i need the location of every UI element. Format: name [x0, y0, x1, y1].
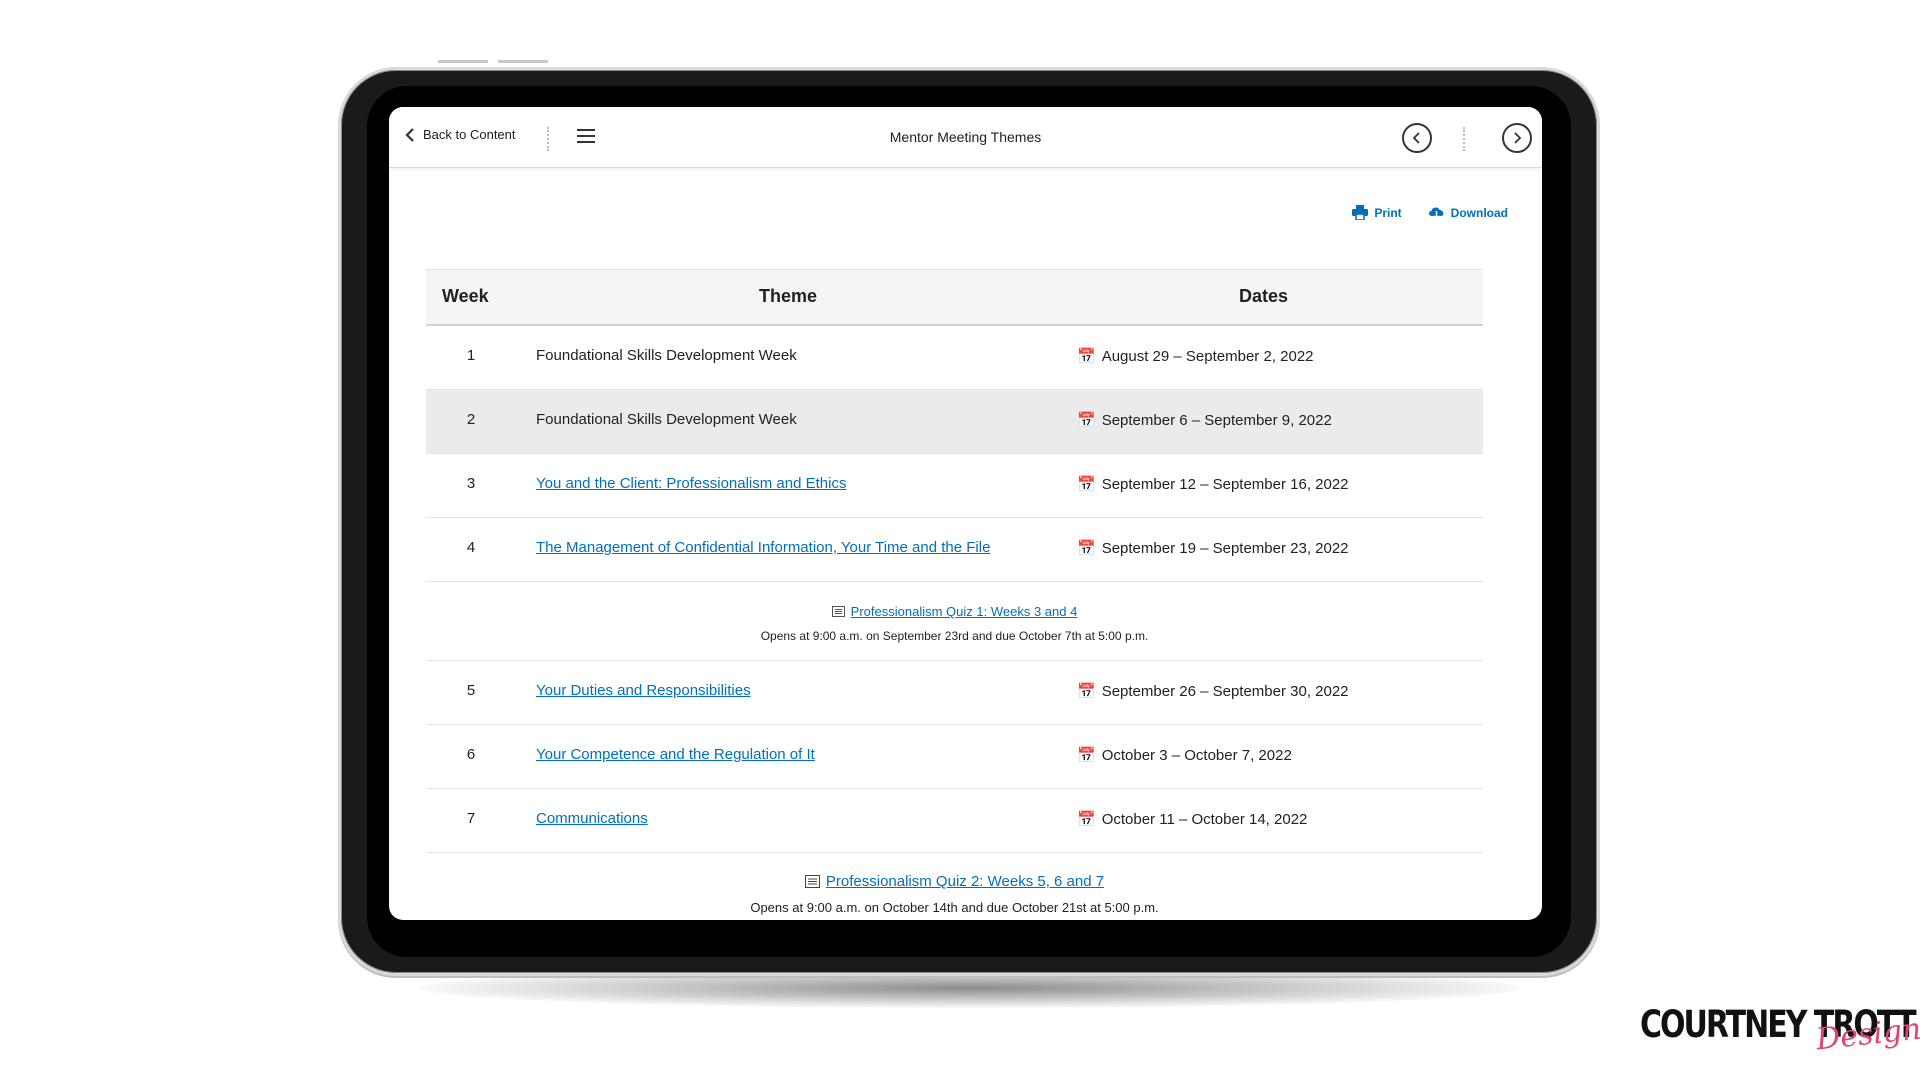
calendar-icon: 📅 [1077, 348, 1096, 365]
date-range: 📅 October 11 – October 14, 2022 [1077, 810, 1308, 829]
quiz-link[interactable]: Professionalism Quiz 1: Weeks 3 and 4 [831, 604, 1078, 619]
date-range: 📅 September 26 – September 30, 2022 [1077, 682, 1349, 701]
chevron-right-icon [1514, 132, 1522, 144]
date-text: October 11 – October 14, 2022 [1101, 810, 1308, 828]
week-number: 4 [466, 539, 476, 556]
week-number: 1 [466, 347, 476, 364]
quiz-note: Opens at 9:00 a.m. on September 23rd and… [760, 629, 1149, 643]
quiz-link[interactable]: Professionalism Quiz 2: Weeks 5, 6 and 7 [804, 873, 1105, 890]
week-number: 2 [466, 411, 476, 428]
theme-link[interactable]: Your Competence and the Regulation of It [536, 746, 815, 763]
calendar-icon: 📅 [1077, 811, 1096, 828]
week-number: 6 [466, 746, 476, 763]
calendar-icon: 📅 [1077, 747, 1096, 764]
theme-text: Foundational Skills Development Week [536, 347, 797, 364]
page-title: Mentor Meeting Themes [889, 129, 1042, 145]
previous-page-button[interactable] [1402, 123, 1432, 153]
date-range: 📅 September 6 – September 9, 2022 [1077, 411, 1332, 430]
top-navbar: Back to Content Mentor Meeting Themes [389, 107, 1542, 168]
quiz-title: Professionalism Quiz 2: Weeks 5, 6 and 7 [825, 873, 1105, 890]
quiz-row: Professionalism Quiz 2: Weeks 5, 6 and 7… [426, 853, 1483, 920]
table-row: 1 Foundational Skills Development Week 📅… [426, 326, 1483, 390]
date-text: August 29 – September 2, 2022 [1101, 347, 1314, 365]
date-text: September 19 – September 23, 2022 [1101, 539, 1349, 557]
calendar-icon: 📅 [1077, 540, 1096, 557]
theme-link[interactable]: Your Duties and Responsibilities [536, 682, 751, 699]
date-range: 📅 September 19 – September 23, 2022 [1077, 539, 1349, 558]
quiz-title: Professionalism Quiz 1: Weeks 3 and 4 [850, 604, 1078, 619]
week-number: 5 [466, 682, 476, 699]
date-range: 📅 September 12 – September 16, 2022 [1077, 475, 1349, 494]
date-text: September 6 – September 9, 2022 [1101, 411, 1332, 429]
tablet-volume-button [438, 60, 488, 63]
theme-text: Foundational Skills Development Week [536, 411, 797, 428]
table-row: 7 Communications 📅 October 11 – October 1… [426, 789, 1483, 853]
theme-link[interactable]: You and the Client: Professionalism and … [536, 475, 846, 492]
calendar-icon: 📅 [1077, 476, 1096, 493]
theme-link[interactable]: Communications [536, 810, 648, 827]
week-number: 7 [466, 810, 476, 827]
nav-divider [1463, 127, 1466, 151]
chevron-left-icon [1412, 132, 1420, 144]
tablet-power-button [498, 60, 548, 63]
calendar-icon: 📅 [1077, 683, 1096, 700]
date-range: 📅 October 3 – October 7, 2022 [1077, 746, 1292, 765]
cloud-download-icon [1428, 206, 1444, 220]
app-screen: Back to Content Mentor Meeting Themes Pr… [389, 107, 1542, 920]
table-row: 6 Your Competence and the Regulation of … [426, 725, 1483, 789]
brand-logo: COURTNEY TROTT Design [1640, 1003, 1920, 1057]
date-text: September 26 – September 30, 2022 [1101, 682, 1349, 700]
quiz-row: Professionalism Quiz 1: Weeks 3 and 4 Op… [426, 582, 1483, 661]
next-page-button[interactable] [1502, 123, 1532, 153]
printer-icon [1352, 205, 1369, 220]
print-label: Print [1374, 205, 1402, 220]
date-text: September 12 – September 16, 2022 [1101, 475, 1349, 493]
theme-column-header: Theme [759, 286, 818, 306]
download-button[interactable]: Download [1428, 205, 1508, 220]
week-number: 3 [466, 475, 476, 492]
date-text: October 3 – October 7, 2022 [1101, 746, 1292, 764]
dates-column-header: Dates [1239, 286, 1289, 306]
table-row: 4 The Management of Confidential Informa… [426, 518, 1483, 582]
download-label: Download [1450, 205, 1508, 220]
week-column-header: Week [442, 286, 489, 306]
calendar-icon: 📅 [1077, 412, 1096, 429]
document-toolbar: Print Download [1352, 205, 1508, 220]
table-row: 5 Your Duties and Responsibilities 📅 Sept… [426, 661, 1483, 725]
quiz-list-icon [804, 875, 820, 888]
quiz-note: Opens at 9:00 a.m. on October 14th and d… [750, 900, 1159, 915]
quiz-list-icon [831, 606, 845, 617]
table-row: 3 You and the Client: Professionalism an… [426, 454, 1483, 518]
print-button[interactable]: Print [1352, 205, 1402, 220]
themes-table: Week Theme Dates 1 Foundational Skills D… [426, 269, 1483, 920]
date-range: 📅 August 29 – September 2, 2022 [1077, 347, 1314, 366]
table-row: 2 Foundational Skills Development Week 📅… [426, 390, 1483, 454]
table-header: Week Theme Dates [426, 269, 1483, 326]
theme-link[interactable]: The Management of Confidential Informati… [536, 539, 990, 556]
